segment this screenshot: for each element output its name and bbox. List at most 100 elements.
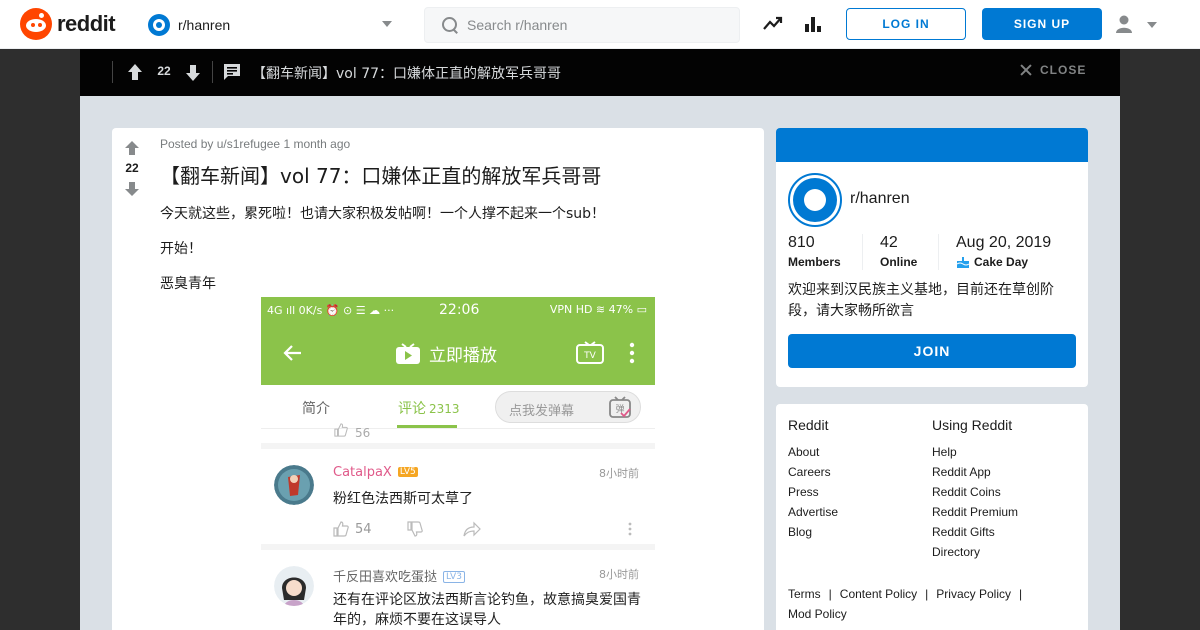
status-left: 4G ıll 0K/s ⏰ ⊙ ☰ ☁ ··· <box>267 303 395 317</box>
statistics-icon[interactable] <box>803 14 823 34</box>
video-header: 立即播放 TV <box>261 323 655 385</box>
post-title: 【翻车新闻】vol 77：口嫌体正直的解放军兵哥哥 <box>160 164 602 188</box>
post-paragraph: 今天就这些，累死啦！也请大家积极发帖啊！一个人撑不起来一个sub！ <box>160 206 606 222</box>
comment-author-name: 千反田喜欢吃蛋挞 <box>333 570 438 585</box>
post-author-link[interactable]: u/s1refugee <box>217 137 280 151</box>
top-nav: reddit r/hanren LOG IN SIGN UP <box>0 0 1200 49</box>
subreddit-name: r/hanren <box>178 17 231 33</box>
user-menu[interactable] <box>1114 14 1162 36</box>
link-terms[interactable]: Terms <box>788 587 821 601</box>
comment-item: 千反田喜欢吃蛋挞 LV3 8小时前 还有在评论区放法西斯言论钓鱼，故意搞臭爱国青年… <box>261 550 655 630</box>
avatar <box>274 566 314 606</box>
signup-button[interactable]: SIGN UP <box>982 8 1102 40</box>
search-input[interactable] <box>467 17 727 33</box>
post-time: 1 month ago <box>283 137 351 151</box>
level-badge: LV5 <box>397 467 418 477</box>
downvote-icon[interactable] <box>185 64 201 82</box>
video-tabs: 简介 评论 2313 点我发弹幕 弹 <box>261 385 655 429</box>
upvote-icon[interactable] <box>127 63 143 81</box>
link-advertise[interactable]: Advertise <box>788 502 838 522</box>
link-privacy-policy[interactable]: Privacy Policy <box>936 587 1011 601</box>
comment-actions: 54 <box>333 521 643 541</box>
links-heading: Using Reddit <box>932 417 1013 433</box>
link-reddit-coins[interactable]: Reddit Coins <box>932 482 1018 502</box>
reddit-alien-icon <box>20 8 52 40</box>
footer-links-card: Reddit About Careers Press Advertise Blo… <box>776 404 1088 630</box>
posted-by-label: Posted by <box>160 137 214 151</box>
link-reddit-gifts[interactable]: Reddit Gifts <box>932 522 1018 542</box>
link-reddit-premium[interactable]: Reddit Premium <box>932 502 1018 522</box>
link-content-policy[interactable]: Content Policy <box>840 587 917 601</box>
post-paragraph: 开始！ <box>160 241 202 257</box>
comment-author-name: CatalpaX <box>333 465 392 480</box>
about-header <box>776 128 1088 162</box>
link-reddit-app[interactable]: Reddit App <box>932 462 1018 482</box>
tab-comments-label: 评论 <box>398 401 426 417</box>
login-button[interactable]: LOG IN <box>846 8 966 40</box>
comment-icon <box>224 64 240 80</box>
more-vertical-icon <box>628 522 632 536</box>
cake-day-row: Cake Day <box>956 255 1051 269</box>
link-blog[interactable]: Blog <box>788 522 838 542</box>
upvote-icon[interactable] <box>124 140 140 156</box>
search-icon <box>441 16 459 34</box>
post-meta: Posted by u/s1refugee 1 month ago <box>160 137 350 151</box>
play-now: 立即播放 <box>395 341 497 366</box>
tv-cast-icon: TV <box>576 341 604 364</box>
comment-author: 千反田喜欢吃蛋挞 LV3 <box>333 566 465 585</box>
online-count: 42 <box>880 234 898 251</box>
more-vertical-icon <box>629 342 635 364</box>
link-mod-policy[interactable]: Mod Policy <box>788 607 847 621</box>
subreddit-dropdown[interactable]: r/hanren <box>148 10 400 40</box>
cake-day-label: Cake Day <box>974 255 1029 269</box>
close-button[interactable]: CLOSE <box>1020 63 1086 77</box>
status-time: 22:06 <box>439 302 480 318</box>
link-help[interactable]: Help <box>932 442 1018 462</box>
thumbs-up-icon <box>333 521 349 537</box>
policy-links: Terms | Content Policy | Privacy Policy | Mod… <box>788 587 1023 621</box>
community-name[interactable]: r/hanren <box>850 190 910 208</box>
thumbs-down-icon <box>407 521 423 537</box>
reddit-logo[interactable]: reddit <box>20 8 116 40</box>
link-press[interactable]: Press <box>788 482 838 502</box>
avatar <box>274 465 314 505</box>
post-card: 22 Posted by u/s1refugee 1 month ago 【翻车… <box>112 128 764 630</box>
members-count: 810 <box>788 234 815 251</box>
divider <box>862 234 863 270</box>
bar-score: 22 <box>157 64 171 78</box>
post-paragraph: 恶臭青年 <box>160 276 216 292</box>
comment-time: 8小时前 <box>599 568 639 581</box>
comment-text: 还有在评论区放法西斯言论钓鱼，故意搞臭爱国青年的，麻烦不要在这误导人 <box>333 592 641 628</box>
danmu-input: 点我发弹幕 弹 <box>495 391 641 423</box>
search-box[interactable] <box>424 7 740 43</box>
downvote-icon[interactable] <box>124 181 140 197</box>
partial-comment: 56 <box>261 423 655 449</box>
divider <box>938 234 939 270</box>
vote-column: 22 <box>112 128 152 630</box>
logo-text: reddit <box>57 11 116 36</box>
tab-intro: 简介 <box>302 401 330 417</box>
cake-day-date: Aug 20, 2019 <box>956 234 1052 251</box>
cake-icon <box>956 257 970 268</box>
trending-icon[interactable] <box>763 14 783 34</box>
comment-time: 8小时前 <box>599 467 639 480</box>
link-directory[interactable]: Directory <box>932 542 1018 562</box>
link-careers[interactable]: Careers <box>788 462 838 482</box>
svg-text:弹: 弹 <box>615 403 624 415</box>
join-button[interactable]: JOIN <box>788 334 1076 368</box>
community-about-card: r/hanren 810 Members 42 Online Aug 20, 2… <box>776 128 1088 387</box>
comment-count: 2313 <box>429 402 460 416</box>
danmu-icon: 弹 <box>609 396 631 418</box>
post-image[interactable]: 4G ıll 0K/s ⏰ ⊙ ☰ ☁ ··· 22:06 VPN HD ≋ 4… <box>261 297 655 630</box>
cake-day-stat: Aug 20, 2019 Cake Day <box>956 234 1051 269</box>
divider <box>212 61 213 83</box>
close-icon <box>1020 64 1032 76</box>
members-stat: 810 Members <box>788 234 841 269</box>
share-icon <box>463 521 481 537</box>
chevron-down-icon <box>382 21 392 27</box>
close-label: CLOSE <box>1040 63 1087 77</box>
links-column-using-reddit: Using Reddit Help Reddit App Reddit Coin… <box>932 417 1018 562</box>
community-avatar <box>788 173 842 227</box>
status-right: VPN HD ≋ 47% ▭ <box>549 303 647 316</box>
link-about[interactable]: About <box>788 442 838 462</box>
